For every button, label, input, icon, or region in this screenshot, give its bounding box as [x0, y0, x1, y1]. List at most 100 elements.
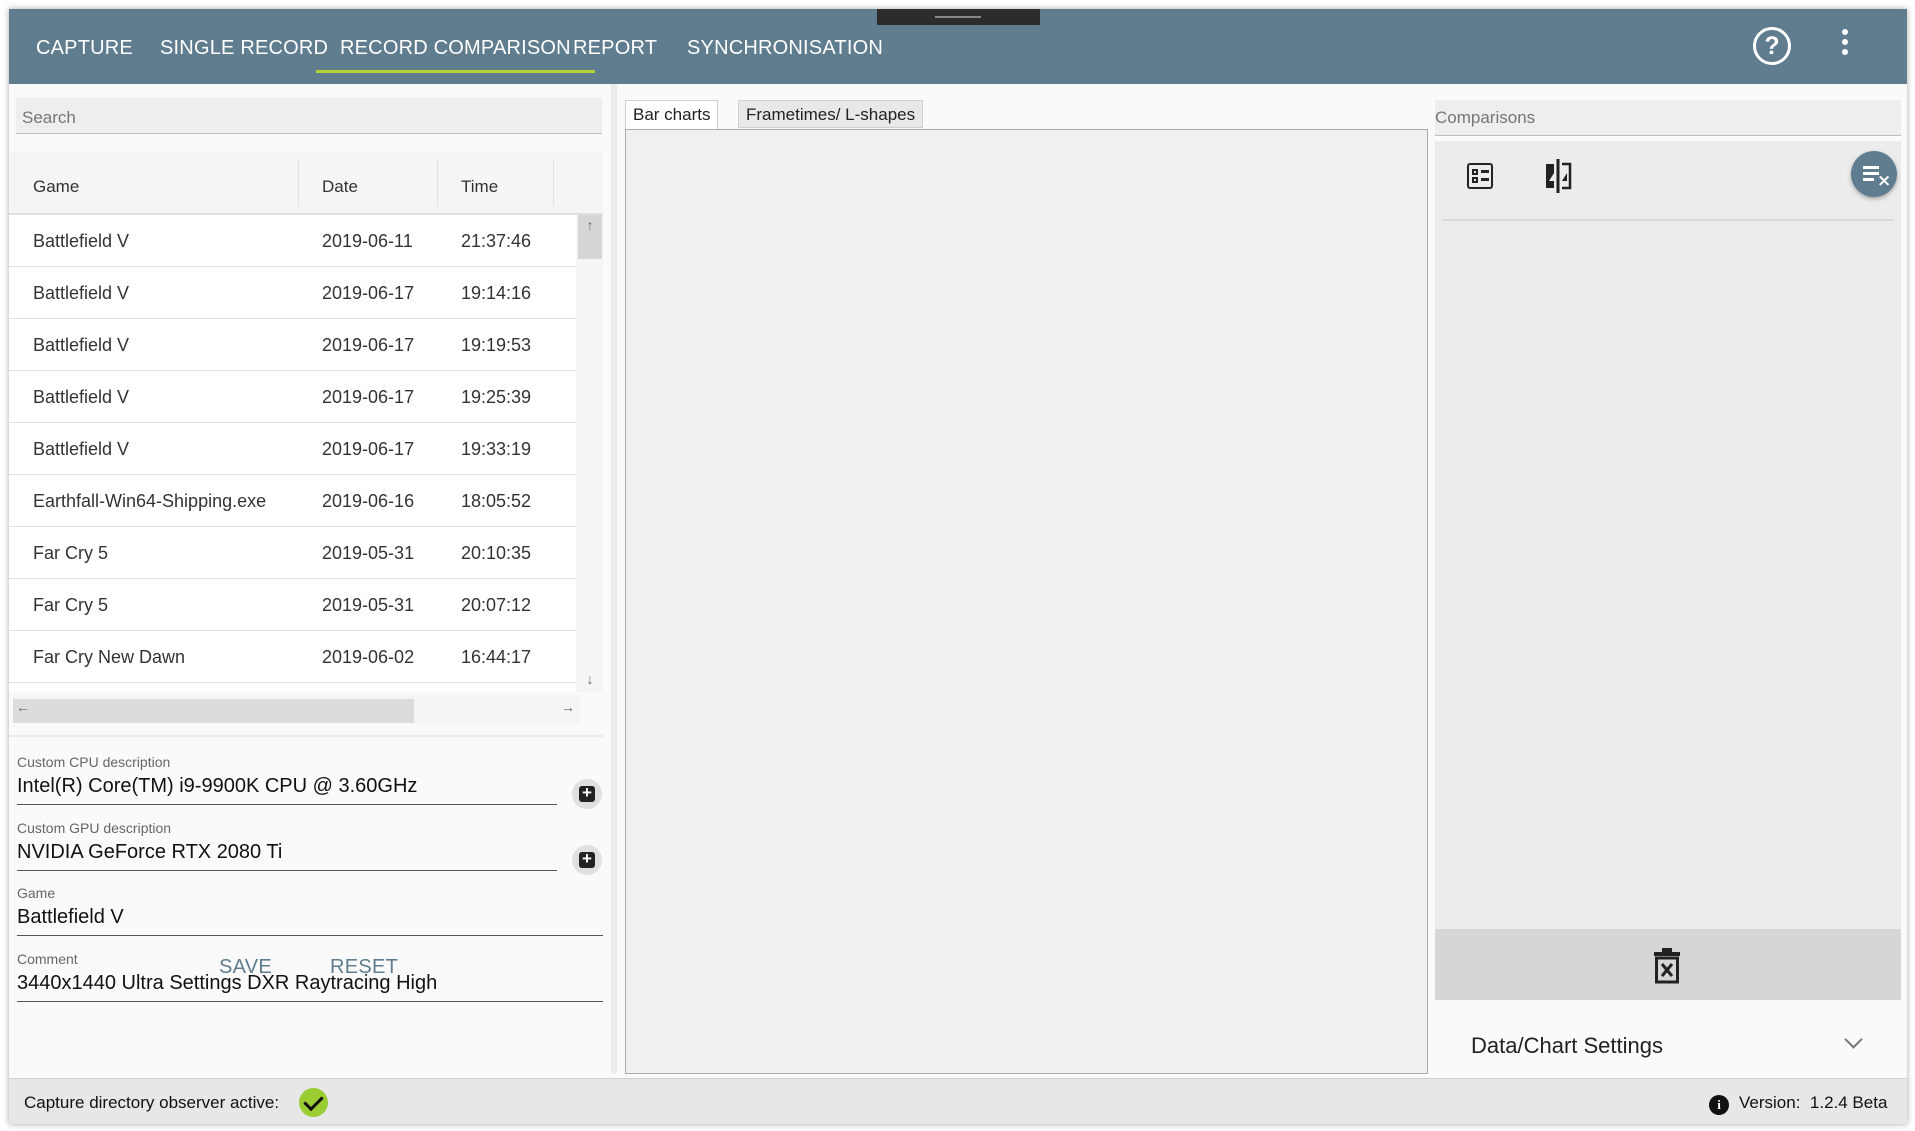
version-text: Version: 1.2.4 Beta [1739, 1093, 1887, 1113]
info-icon[interactable]: i [1709, 1095, 1729, 1115]
cell-game: Far Cry 5 [33, 543, 109, 563]
cell-time: 19:33:19 [461, 439, 532, 459]
top-navigation-bar: CAPTURE SINGLE RECORD RECORD COMPARISON … [9, 9, 1907, 84]
compare-icon[interactable] [1543, 159, 1573, 193]
version-label: Version: [1739, 1093, 1801, 1112]
cell-date: 2019-06-17 [322, 439, 415, 459]
cell-time: 18:05:52 [461, 491, 532, 511]
cell-game: Far Cry New Dawn [33, 647, 186, 667]
comment-label: Comment [17, 951, 78, 967]
table-header: Game Date Time [9, 152, 603, 215]
status-bar: Capture directory observer active: i Ver… [9, 1078, 1907, 1124]
tab-frametimes-l-shapes[interactable]: Frametimes/ L-shapes [738, 100, 924, 128]
panel-splitter[interactable] [611, 84, 617, 1074]
cell-date: 2019-05-31 [322, 543, 415, 563]
comparisons-footer [1435, 929, 1901, 1000]
add-gpu-icon[interactable] [572, 845, 602, 875]
table-row[interactable]: Far Cry 5 2019-05-31 20:10:35 [9, 527, 576, 579]
more-vert-icon[interactable] [1839, 29, 1851, 63]
records-panel: Search Game Date Time Battlefield V 2019… [9, 84, 611, 1074]
scroll-left-icon[interactable]: ← [13, 699, 33, 715]
cell-game: Battlefield V [33, 387, 130, 407]
cell-game: Earthfall-Win64-Shipping.exe [33, 491, 267, 511]
comparisons-toolbar: × [1443, 141, 1897, 221]
scroll-up-icon[interactable]: ↑ [580, 217, 600, 233]
cell-time: 19:19:53 [461, 335, 532, 355]
cell-game: Battlefield V [33, 283, 130, 303]
table-row[interactable]: Battlefield V 2019-06-17 19:19:53 [9, 319, 576, 371]
cell-game: Far Cry 5 [33, 595, 109, 615]
cpu-description-label: Custom CPU description [17, 754, 171, 770]
column-header-game[interactable]: Game [9, 152, 79, 215]
cell-game: Battlefield V [33, 335, 130, 355]
table-row[interactable]: Battlefield V 2019-06-17 19:33:19 [9, 423, 576, 475]
tab-single-record[interactable]: SINGLE RECORD [160, 9, 328, 84]
table-row[interactable]: Earthfall-Win64-Shipping.exe 2019-06-16 … [9, 475, 576, 527]
reset-button[interactable]: RESET [330, 956, 398, 979]
observer-status-text: Capture directory observer active: [24, 1093, 280, 1112]
table-row[interactable]: Far Cry 5 2019-05-31 20:07:12 [9, 579, 576, 631]
tab-bar-charts[interactable]: Bar charts [625, 100, 719, 130]
save-button[interactable]: SAVE [219, 956, 272, 979]
add-cpu-icon[interactable] [572, 779, 602, 809]
vertical-scrollbar[interactable]: ↑ ↓ [576, 215, 603, 692]
cell-time: 20:07:12 [461, 595, 532, 615]
column-header-time[interactable]: Time [437, 152, 498, 215]
table-row[interactable]: Battlefield V 2019-06-11 21:37:46 [9, 215, 576, 267]
cell-game: Battlefield V [33, 231, 130, 251]
cell-date: 2019-06-17 [322, 283, 415, 303]
gpu-description-label: Custom GPU description [17, 820, 172, 836]
table-row[interactable]: Battlefield V 2019-06-17 19:14:16 [9, 267, 576, 319]
data-chart-settings-expander[interactable]: Data/Chart Settings [1435, 1007, 1901, 1079]
comment-input[interactable]: 3440x1440 Ultra Settings DXR Raytracing … [17, 972, 603, 1002]
cell-date: 2019-06-17 [322, 335, 415, 355]
scrollbar-thumb[interactable] [13, 699, 414, 723]
scroll-down-icon[interactable]: ↓ [580, 671, 600, 687]
tab-synchronisation[interactable]: SYNCHRONISATION [687, 9, 883, 84]
gpu-description-field[interactable]: Custom GPU description NVIDIA GeForce RT… [17, 820, 557, 871]
cell-date: 2019-06-17 [322, 387, 415, 407]
cell-time: 20:10:35 [461, 543, 532, 563]
version-value: 1.2.4 Beta [1809, 1093, 1888, 1112]
cpu-description-input[interactable]: Intel(R) Core(TM) i9-9900K CPU @ 3.60GHz [17, 775, 557, 805]
list-view-icon[interactable] [1467, 163, 1493, 189]
comparisons-header: Comparisons [1435, 100, 1901, 136]
cell-date: 2019-06-02 [322, 647, 415, 667]
game-field[interactable]: Game Battlefield V [17, 885, 603, 936]
cell-date: 2019-06-11 [322, 231, 413, 251]
help-icon[interactable]: ? [1753, 27, 1791, 65]
cell-time: 16:44:17 [461, 647, 532, 667]
comment-field[interactable]: Comment 3440x1440 Ultra Settings DXR Ray… [17, 951, 603, 1002]
horizontal-scrollbar[interactable]: ← → [13, 695, 580, 723]
clear-list-icon[interactable]: × [1851, 151, 1897, 197]
window-drag-handle[interactable] [877, 9, 1040, 25]
search-input[interactable]: Search [16, 98, 602, 134]
scroll-right-icon[interactable]: → [558, 699, 578, 715]
section-divider [9, 735, 603, 737]
game-label: Game [17, 885, 56, 901]
checkmark-icon [299, 1088, 328, 1117]
table-row[interactable]: Far Cry New Dawn 2019-06-02 16:44:17 [9, 631, 576, 683]
tab-report[interactable]: REPORT [573, 9, 657, 84]
app-window: CAPTURE SINGLE RECORD RECORD COMPARISON … [9, 9, 1907, 1124]
gpu-description-input[interactable]: NVIDIA GeForce RTX 2080 Ti [17, 841, 557, 871]
comparisons-list[interactable]: × [1435, 141, 1901, 994]
cell-date: 2019-05-31 [322, 595, 415, 615]
column-header-date[interactable]: Date [298, 152, 358, 215]
cell-time: 19:14:16 [461, 283, 532, 303]
delete-icon[interactable] [1653, 948, 1681, 984]
cell-time: 19:25:39 [461, 387, 532, 407]
column-divider[interactable] [553, 160, 554, 206]
tab-record-comparison[interactable]: RECORD COMPARISON [316, 9, 595, 84]
table-row[interactable]: Battlefield V 2019-06-17 19:25:39 [9, 371, 576, 423]
records-table: Game Date Time Battlefield V 2019-06-11 … [9, 152, 603, 692]
cell-date: 2019-06-16 [322, 491, 415, 511]
tab-capture[interactable]: CAPTURE [36, 9, 133, 84]
cpu-description-field[interactable]: Custom CPU description Intel(R) Core(TM)… [17, 754, 557, 805]
cell-game: Battlefield V [33, 439, 130, 459]
chart-canvas[interactable] [625, 129, 1428, 1074]
game-input[interactable]: Battlefield V [17, 906, 603, 936]
cell-time: 21:37:46 [461, 231, 532, 251]
chevron-down-icon[interactable] [1844, 1030, 1863, 1049]
settings-title: Data/Chart Settings [1471, 1033, 1663, 1058]
